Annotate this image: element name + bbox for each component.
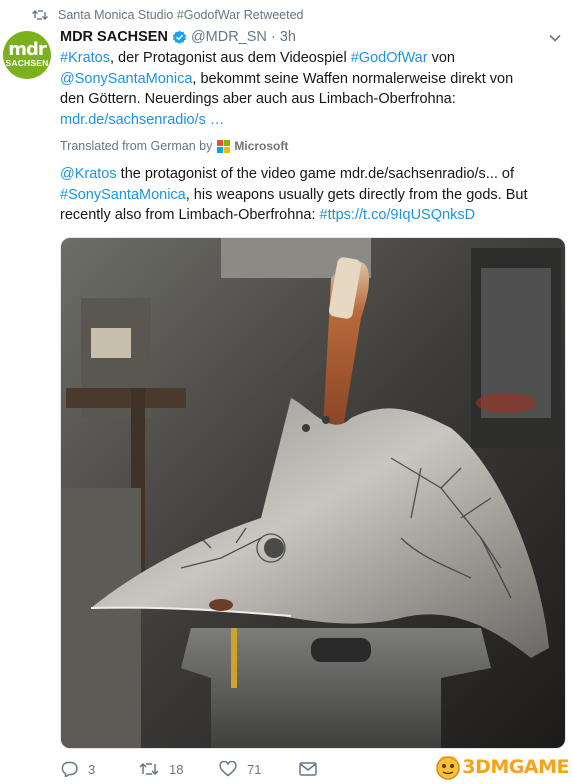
watermark-mascot-icon	[436, 756, 461, 780]
tweet-header: MDR SACHSEN @MDR_SN · 3h	[60, 27, 296, 47]
envelope-icon	[299, 762, 317, 776]
translated-text-part: the protagonist of the video game mdr.de…	[116, 166, 515, 182]
retweet-icon	[32, 10, 48, 20]
separator-dot: ·	[270, 29, 276, 45]
like-count: 71	[247, 761, 262, 777]
mention-sonysantamonica[interactable]: @SonySantaMonica	[60, 71, 192, 87]
retweet-context-text: Santa Monica Studio #GodofWar Retweeted	[58, 8, 304, 22]
direct-message-button[interactable]	[299, 762, 317, 776]
retweet-icon	[139, 762, 159, 776]
site-watermark: 3DMGAME	[434, 754, 569, 780]
translated-link[interactable]: #ttps://t.co/9IqUSQnksD	[320, 207, 476, 223]
article-link[interactable]: mdr.de/sachsenradio/s …	[60, 112, 224, 128]
author-handle[interactable]: @MDR_SN	[191, 29, 267, 45]
microsoft-brand[interactable]: Microsoft	[234, 139, 288, 153]
tweet-actions: 3 18 71	[60, 756, 317, 782]
translation-label: Translated from German by	[60, 139, 213, 153]
retweet-button[interactable]: 18	[139, 761, 219, 777]
tweet-photo[interactable]	[60, 237, 566, 749]
hashtag-kratos[interactable]: #Kratos	[60, 50, 110, 66]
reply-icon	[61, 761, 78, 777]
tweet-text-part: von	[427, 50, 455, 66]
like-button[interactable]: 71	[219, 761, 299, 777]
microsoft-logo-icon	[217, 139, 231, 153]
avatar-logo-text: mdr	[8, 39, 47, 60]
translation-attribution: Translated from German by Microsoft	[60, 139, 288, 153]
retweet-count: 18	[169, 761, 184, 777]
retweet-context[interactable]: Santa Monica Studio #GodofWar Retweeted	[32, 4, 304, 26]
avatar[interactable]: mdr SACHSEN	[3, 31, 51, 79]
hashtag-godofwar[interactable]: #GodOfWar	[351, 50, 428, 66]
axe-photo-illustration	[61, 238, 565, 748]
reply-count: 3	[88, 761, 96, 777]
tweet-timestamp[interactable]: 3h	[280, 29, 296, 45]
hashtag-sonysantamonica[interactable]: #SonySantaMonica	[60, 187, 186, 203]
heart-icon	[219, 761, 237, 777]
chevron-down-icon[interactable]	[548, 30, 562, 48]
verified-badge-icon	[172, 30, 187, 45]
tweet-text-part: , der Protagonist aus dem Videospiel	[109, 50, 351, 66]
reply-button[interactable]: 3	[60, 761, 139, 777]
author-name[interactable]: MDR SACHSEN	[60, 29, 168, 45]
translated-text: @Kratos the protagonist of the video gam…	[60, 164, 560, 226]
tweet-text: #Kratos, der Protagonist aus dem Videosp…	[60, 48, 540, 130]
avatar-sub-text: SACHSEN	[5, 58, 49, 68]
watermark-text: 3DMGAME	[462, 756, 569, 778]
mention-kratos[interactable]: @Kratos	[60, 166, 117, 182]
